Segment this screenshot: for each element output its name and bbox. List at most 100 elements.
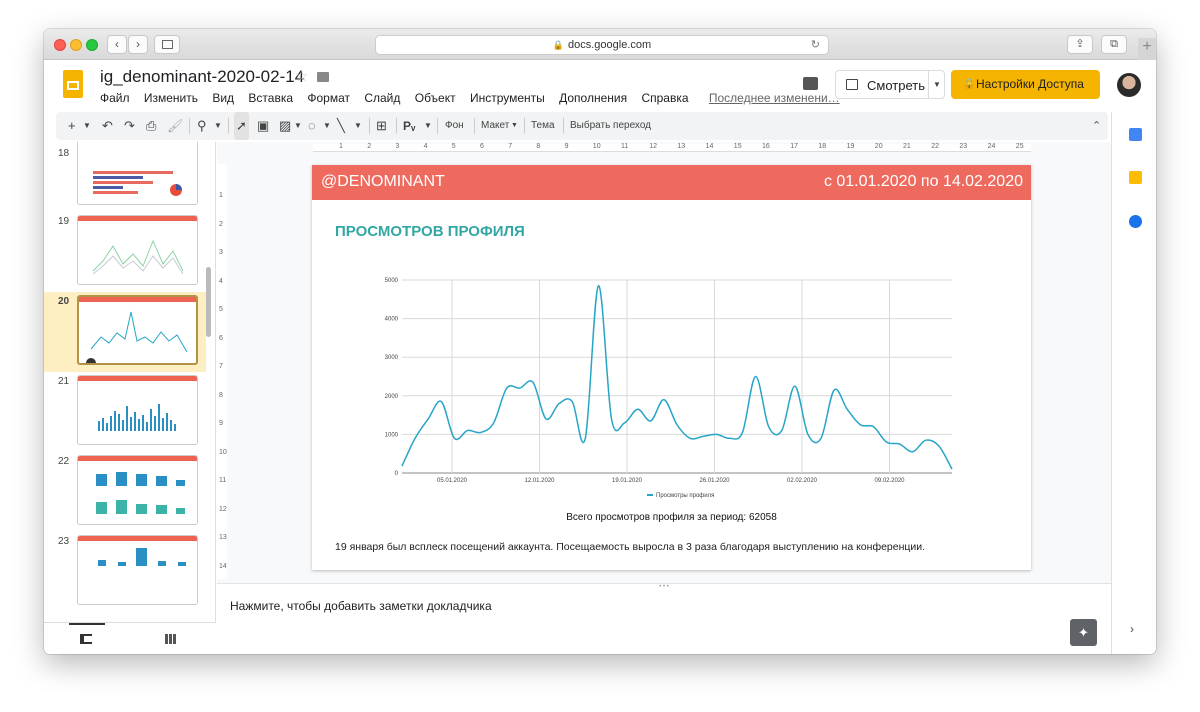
profile-views-line-chart: 0 1000 2000 3000 4000 5000 05.01.2020 12.01.202… (385, 278, 953, 499)
filmstrip-scrollbar[interactable] (206, 267, 211, 337)
slide-filmstrip: 18 19 20 21 22 23 (44, 142, 216, 622)
present-label: Смотреть (867, 78, 925, 93)
slide-thumbnail (77, 142, 198, 205)
background-button[interactable]: Фон (445, 112, 464, 140)
ruler-tick-label: 25 (1015, 143, 1024, 150)
shape-dropdown-icon[interactable]: ▼ (323, 112, 331, 140)
menu-help[interactable]: Справка (641, 91, 688, 105)
expand-panel-icon[interactable]: › (1130, 622, 1134, 636)
active-view-indicator (69, 623, 105, 625)
series-line-profile-views (401, 285, 953, 470)
line-dropdown-icon[interactable]: ▼ (354, 112, 362, 140)
line-icon[interactable]: ╲ (337, 112, 345, 140)
ruler-tick-label: 24 (987, 143, 996, 150)
filmstrip-view-icon[interactable] (80, 634, 92, 644)
explore-icon[interactable]: ✦ (1070, 619, 1097, 646)
ruler-tick-label: 1 (219, 192, 223, 199)
image-dropdown-icon[interactable]: ▼ (294, 112, 302, 140)
undo-icon[interactable]: ↶ (102, 112, 113, 140)
filmstrip-slide-23[interactable]: 23 (44, 532, 206, 612)
slide-number: 19 (58, 216, 70, 227)
ruler-tick-label: 15 (733, 143, 742, 150)
collapse-menu-icon[interactable]: ⌃ (1092, 119, 1101, 132)
menu-file[interactable]: Файл (100, 91, 130, 105)
filmstrip-slide-18[interactable]: 18 (44, 142, 206, 212)
paint-format-icon[interactable]: 🖌 (167, 112, 184, 140)
filmstrip-slide-22[interactable]: 22 (44, 452, 206, 532)
folder-icon[interactable] (317, 72, 329, 82)
slide-body-text: 19 января был всплеск посещений аккаунта… (335, 541, 926, 553)
y-tick-label: 4000 (385, 317, 399, 323)
vertical-ruler: 1 2 3 4 5 6 7 8 9 10 11 12 13 14 (217, 164, 227, 579)
new-slide-button[interactable]: + (68, 112, 76, 140)
input-tools-icon[interactable]: Pᵥ (403, 112, 415, 140)
image-icon[interactable]: ▨ (279, 112, 291, 140)
toolbar-divider (369, 118, 370, 134)
close-window-button[interactable] (54, 39, 66, 51)
filmstrip-slide-19[interactable]: 19 (44, 212, 206, 292)
filmstrip-slide-20[interactable]: 20 (44, 292, 206, 372)
menu-insert[interactable]: Вставка (248, 91, 293, 105)
share-button[interactable]: 🔒 Настройки Доступа (951, 70, 1100, 99)
print-icon[interactable]: ⎙ (146, 112, 156, 140)
comments-icon[interactable] (803, 77, 818, 90)
select-tool-icon[interactable]: ➚ (234, 112, 249, 140)
reload-icon[interactable]: ↻ (811, 36, 820, 54)
back-button[interactable]: ‹ (107, 35, 127, 54)
calendar-icon[interactable] (1129, 128, 1142, 141)
document-title[interactable]: ig_denominant-2020-02-14 (100, 67, 304, 87)
menu-format[interactable]: Формат (307, 91, 350, 105)
new-tab-icon[interactable]: + (1138, 38, 1156, 60)
menu-edit[interactable]: Изменить (144, 91, 198, 105)
zoom-window-button[interactable] (86, 39, 98, 51)
zoom-dropdown-icon[interactable]: ▼ (214, 112, 222, 140)
present-button[interactable]: Смотреть ▼ (835, 70, 945, 99)
layout-dropdown-icon[interactable]: ▼ (511, 112, 518, 140)
text-box-icon[interactable]: ▣ (257, 112, 269, 140)
transition-button[interactable]: Выбрать переход (570, 112, 651, 140)
grid-view-icon[interactable] (165, 634, 177, 644)
minimize-window-button[interactable] (70, 39, 82, 51)
tasks-icon[interactable] (1129, 215, 1142, 228)
last-edit-link[interactable]: Последнее изменени… (709, 91, 840, 105)
sidebar-toggle-button[interactable] (154, 35, 180, 54)
slide-title: ПРОСМОТРОВ ПРОФИЛЯ (335, 223, 525, 240)
avatar[interactable] (1117, 73, 1141, 97)
x-tick-label: 02.02.2020 (787, 478, 818, 484)
menu-object[interactable]: Объект (415, 91, 456, 105)
slides-logo-icon[interactable] (63, 70, 83, 98)
forward-button[interactable]: › (128, 35, 148, 54)
menu-view[interactable]: Вид (212, 91, 234, 105)
star-icon[interactable]: ☆ (295, 67, 308, 85)
menu-tools[interactable]: Инструменты (470, 91, 545, 105)
present-dropdown-icon[interactable]: ▼ (928, 71, 945, 98)
share-icon[interactable]: ⇪ (1067, 35, 1093, 54)
browser-toolbar: ‹ › 🔒 docs.google.com ↻ ⇪ ⧉ + (44, 29, 1156, 60)
layout-button[interactable]: Макет (481, 112, 509, 140)
sidebar-icon (162, 40, 173, 49)
filmstrip-slide-21[interactable]: 21 (44, 372, 206, 452)
new-slide-dropdown-icon[interactable]: ▼ (83, 112, 91, 140)
menu-addons[interactable]: Дополнения (559, 91, 627, 105)
speaker-notes-placeholder[interactable]: Нажмите, чтобы добавить заметки докладчи… (230, 599, 492, 613)
shape-icon[interactable]: ◌ (308, 112, 316, 140)
editor-toolbar: + ▼ ↶ ↷ ⎙ 🖌 ⚲ ▼ ➚ ▣ ▨ ▼ ◌ ▼ ╲ ▼ ⊞ Pᵥ ▼ Ф… (56, 112, 1108, 140)
slide-thumbnail (77, 295, 198, 365)
add-comment-icon[interactable]: ⊞ (376, 112, 387, 140)
speaker-notes-panel[interactable]: Нажмите, чтобы добавить заметки докладчи… (217, 590, 1111, 654)
ruler-tick-label: 19 (846, 143, 855, 150)
theme-button[interactable]: Тема (531, 112, 555, 140)
current-slide[interactable]: @DENOMINANT с 01.01.2020 по 14.02.2020 П… (312, 165, 1031, 570)
menu-slide[interactable]: Слайд (364, 91, 400, 105)
tabs-overview-icon[interactable]: ⧉ (1101, 35, 1127, 54)
redo-icon[interactable]: ↷ (124, 112, 135, 140)
ruler-tick-label: 13 (677, 143, 686, 150)
keep-icon[interactable] (1129, 171, 1142, 184)
address-bar[interactable]: 🔒 docs.google.com ↻ (375, 35, 829, 55)
zoom-icon[interactable]: ⚲ (197, 112, 207, 140)
slide-thumbnail (77, 535, 198, 605)
notes-resize-handle[interactable]: • • • (217, 583, 1111, 590)
ruler-tick-label: 9 (219, 420, 223, 427)
input-tools-dropdown-icon[interactable]: ▼ (424, 112, 432, 140)
share-label: Настройки Доступа (976, 77, 1084, 91)
